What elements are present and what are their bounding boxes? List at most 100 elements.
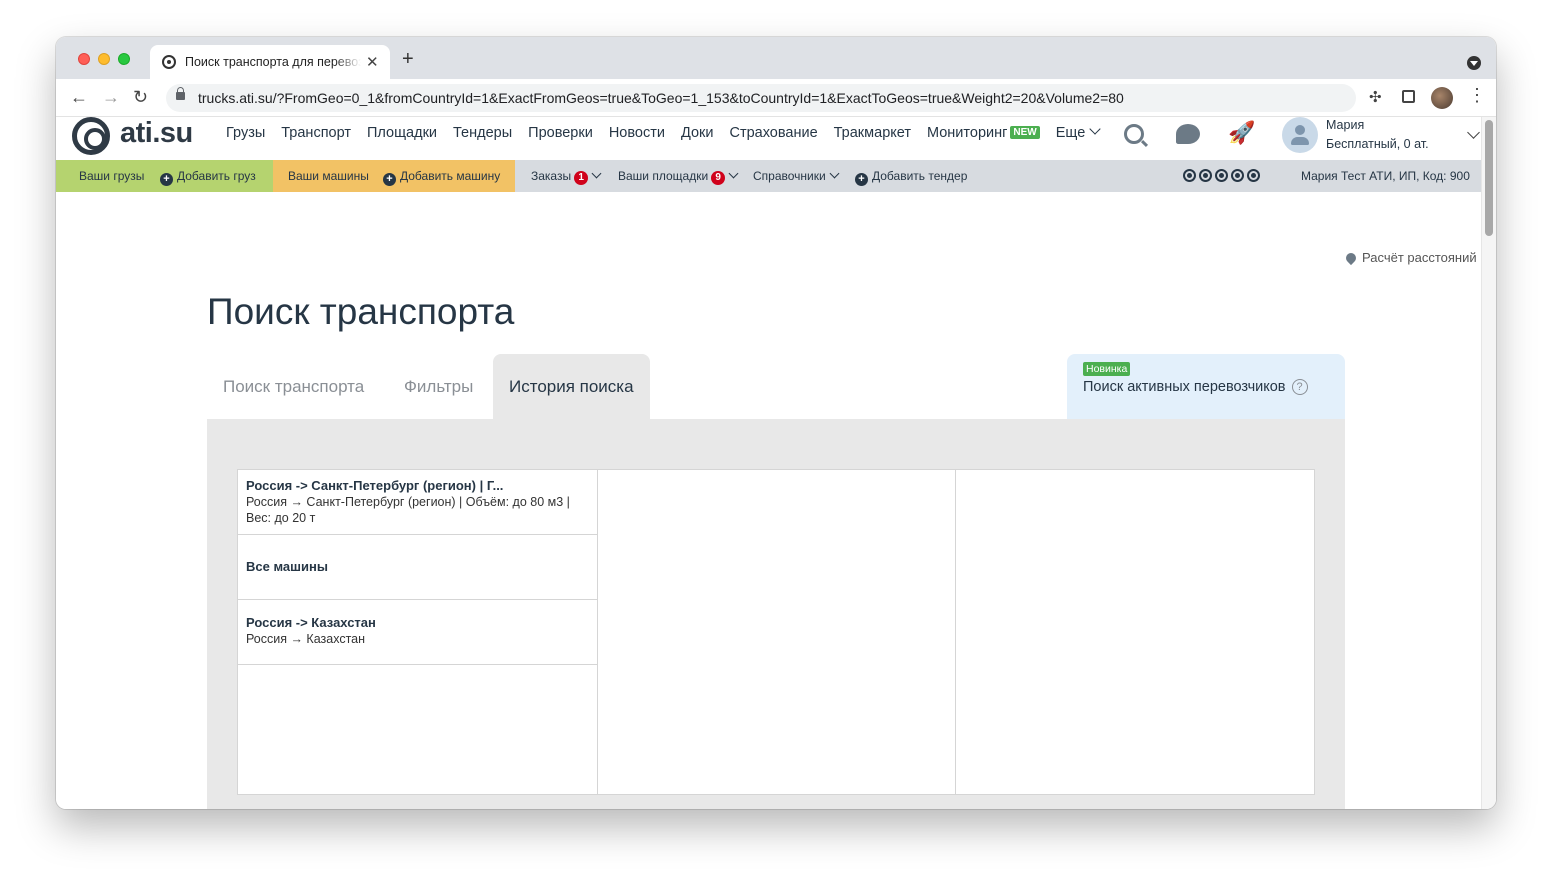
add-truck-button[interactable]: + Добавить машину <box>383 169 500 186</box>
orders-label: Заказы <box>531 169 572 183</box>
nav-monitoring[interactable]: Мониторинг NEW <box>927 125 1040 141</box>
platforms-menu[interactable]: Ваши площадки 9 <box>618 168 739 185</box>
coin-icon <box>1247 169 1260 182</box>
chevron-down-icon <box>728 168 739 179</box>
distance-calc-label: Расчёт расстояний <box>1362 250 1477 265</box>
maximize-window-button[interactable] <box>118 53 130 65</box>
ati-logo[interactable]: ati.su <box>70 117 210 157</box>
coin-icon <box>1199 169 1212 182</box>
nav-checks[interactable]: Проверки <box>528 125 593 141</box>
search-tabs: Поиск транспорта Фильтры История поиска … <box>207 354 1345 419</box>
plus-icon: + <box>855 173 868 186</box>
trucks-section: Ваши машины + Добавить машину <box>273 160 515 192</box>
plus-icon: + <box>383 173 396 186</box>
add-cargo-button[interactable]: + Добавить груз <box>160 169 256 186</box>
page-scrollbar[interactable] <box>1481 117 1496 809</box>
platforms-count-badge: 9 <box>711 171 726 185</box>
user-avatar[interactable] <box>1282 117 1318 153</box>
history-item[interactable]: Россия -> Казахстан Россия → Казахстан <box>238 600 597 665</box>
user-name[interactable]: Мария <box>1326 118 1364 132</box>
browser-toolbar: ← → ↻ trucks.ati.su/?FromGeo=0_1&fromCou… <box>56 79 1496 117</box>
coin-icon <box>1183 169 1196 182</box>
lock-icon <box>176 87 185 100</box>
account-info[interactable]: Мария Тест АТИ, ИП, Код: 900 <box>1301 169 1470 183</box>
nav-monitoring-label: Мониторинг <box>926 125 1008 141</box>
back-arrow-icon[interactable]: ← <box>70 88 88 106</box>
history-column: Россия -> Санкт-Петербург (регион) | Г..… <box>238 470 598 794</box>
location-pin-icon <box>1343 250 1359 266</box>
add-truck-label: Добавить машину <box>400 169 501 183</box>
nav-transport[interactable]: Транспорт <box>281 125 351 141</box>
sub-bar: Ваши грузы + Добавить груз Ваши машины + Д… <box>56 160 1481 192</box>
history-item-title: Все машины <box>246 559 328 574</box>
nav-more[interactable]: Еще <box>1055 123 1101 141</box>
distance-calc-link[interactable]: Расчёт расстояний <box>1343 250 1477 266</box>
add-cargo-label: Добавить груз <box>177 169 256 183</box>
chevron-down-icon <box>1089 123 1101 135</box>
nav-more-label: Еще <box>1055 125 1086 141</box>
nav-truckmarket[interactable]: Тракмаркет <box>834 125 911 141</box>
extensions-icon[interactable]: ✣ <box>1369 90 1382 105</box>
tab-search-icon[interactable] <box>1467 56 1481 70</box>
page-viewport: ati.su Грузы Транспорт Площадки Тендеры … <box>56 117 1496 809</box>
history-item[interactable]: Все машины <box>238 535 597 600</box>
nav-insurance[interactable]: Страхование <box>729 125 817 141</box>
user-plan: Бесплатный, 0 ат. <box>1326 137 1429 151</box>
minimize-window-button[interactable] <box>98 53 110 65</box>
rating-coins[interactable] <box>1183 169 1260 182</box>
kebab-menu-icon[interactable]: ⋮ <box>1468 86 1486 104</box>
nav-news[interactable]: Новости <box>609 125 665 141</box>
add-tender-label: Добавить тендер <box>872 169 968 183</box>
user-menu-chevron-icon[interactable] <box>1467 126 1480 139</box>
site-header: ati.su Грузы Транспорт Площадки Тендеры … <box>56 117 1481 160</box>
main-nav: Грузы Транспорт Площадки Тендеры Проверк… <box>226 123 1101 141</box>
new-badge: NEW <box>1010 126 1040 139</box>
browser-tab[interactable]: Поиск транспорта для перевозки грузов ✕ <box>150 45 390 79</box>
orders-menu[interactable]: Заказы 1 <box>531 168 602 185</box>
new-tab-button[interactable]: + <box>402 49 414 69</box>
your-trucks-link[interactable]: Ваши машины <box>288 169 369 183</box>
tab-close-icon[interactable]: ✕ <box>366 53 379 71</box>
references-menu[interactable]: Справочники <box>753 168 840 183</box>
close-window-button[interactable] <box>78 53 90 65</box>
tab-title: Поиск транспорта для перевозки грузов <box>185 55 361 69</box>
ati-logo-icon <box>72 117 110 155</box>
history-item[interactable]: Россия -> Санкт-Петербург (регион) | Г..… <box>238 470 597 535</box>
chevron-down-icon <box>591 168 602 179</box>
tab-search-history[interactable]: История поиска <box>493 354 650 419</box>
tab-transport-search[interactable]: Поиск транспорта <box>207 354 380 419</box>
nav-platforms[interactable]: Площадки <box>367 125 437 141</box>
active-carriers-promo[interactable]: Новинка Поиск активных перевозчиков? <box>1067 354 1345 419</box>
scroll-thumb[interactable] <box>1485 120 1493 236</box>
history-grid: Россия -> Санкт-Петербург (регион) | Г..… <box>237 469 1315 795</box>
tab-filters[interactable]: Фильтры <box>388 354 489 419</box>
search-user-icon[interactable] <box>1124 124 1144 144</box>
nav-tenders[interactable]: Тендеры <box>453 125 512 141</box>
new-badge: Новинка <box>1083 362 1131 376</box>
platforms-label: Ваши площадки <box>618 169 709 183</box>
browser-profile-avatar[interactable] <box>1431 87 1453 109</box>
references-label: Справочники <box>753 169 826 183</box>
your-cargo-link[interactable]: Ваши грузы <box>79 169 144 183</box>
history-item-desc: Россия → Казахстан <box>246 632 366 646</box>
add-tender-button[interactable]: + Добавить тендер <box>855 169 967 186</box>
chat-icon[interactable] <box>1176 124 1200 144</box>
side-panel-icon[interactable] <box>1402 90 1415 103</box>
history-panel: Россия -> Санкт-Петербург (регион) | Г..… <box>207 419 1345 809</box>
coin-icon <box>1215 169 1228 182</box>
promo-label: Поиск активных перевозчиков <box>1083 379 1286 395</box>
promo-text: Поиск активных перевозчиков? <box>1083 379 1308 395</box>
browser-window: Поиск транспорта для перевозки грузов ✕ … <box>56 37 1496 809</box>
help-icon[interactable]: ? <box>1291 379 1308 395</box>
nav-cargo[interactable]: Грузы <box>226 125 265 141</box>
address-bar[interactable]: trucks.ati.su/?FromGeo=0_1&fromCountryId… <box>166 84 1451 112</box>
rocket-icon[interactable]: 🚀 <box>1228 120 1255 145</box>
coin-icon <box>1231 169 1244 182</box>
forward-arrow-icon[interactable]: → <box>102 88 120 106</box>
nav-docs[interactable]: Доки <box>681 125 714 141</box>
logo-text: ati.su <box>120 117 193 149</box>
history-column <box>956 470 1314 794</box>
reload-icon[interactable]: ↻ <box>133 88 148 106</box>
history-item-title: Россия -> Санкт-Петербург (регион) | Г..… <box>246 478 504 493</box>
url-text[interactable]: trucks.ati.su/?FromGeo=0_1&fromCountryId… <box>198 90 1124 106</box>
